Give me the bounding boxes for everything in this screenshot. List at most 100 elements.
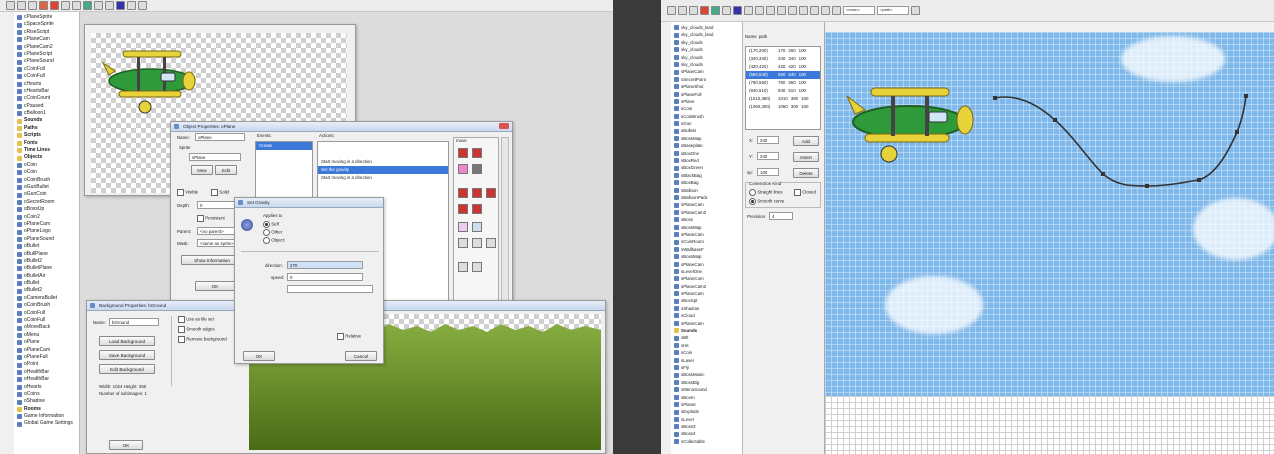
path-tab-name[interactable]: Name xyxy=(745,34,757,44)
tree-item[interactable]: oBullet xyxy=(17,243,79,250)
sprite-select[interactable]: sPlane xyxy=(189,153,241,161)
tree-item[interactable]: sFly xyxy=(674,364,742,371)
tree-item[interactable]: sBaseplate xyxy=(674,142,742,149)
tree-folder[interactable]: Fonts xyxy=(17,140,79,147)
tree-item[interactable]: oGunBullet xyxy=(17,184,79,191)
tree-item[interactable]: oMoveBack xyxy=(17,324,79,331)
event-create[interactable]: Create xyxy=(256,142,312,150)
tree-item[interactable]: cHearts xyxy=(17,81,79,88)
tree-item[interactable]: sky_clouds xyxy=(674,39,742,46)
tree-item[interactable]: sBossMap xyxy=(674,135,742,142)
tree-item[interactable]: oHealthBar xyxy=(17,369,79,376)
tree-item[interactable]: sCloud xyxy=(674,312,742,319)
tree-item[interactable]: cHeartsBar xyxy=(17,88,79,95)
undo-icon[interactable] xyxy=(755,6,764,15)
tree-item[interactable]: oPlaneLogo xyxy=(17,228,79,235)
reverse-h-icon[interactable] xyxy=(472,188,482,198)
add-sprite-icon[interactable] xyxy=(61,1,70,10)
tree-item[interactable]: sPlaneCam2 xyxy=(674,283,742,290)
tree-item[interactable]: oCoinFull xyxy=(17,317,79,324)
tree-item[interactable]: sBlackBag xyxy=(674,172,742,179)
y-field[interactable]: 340 xyxy=(757,152,779,160)
rotate-icon[interactable] xyxy=(810,6,819,15)
close-icon[interactable] xyxy=(911,6,920,15)
save-background-button[interactable]: Save Background xyxy=(99,350,155,360)
room-dropdown[interactable]: <room> xyxy=(843,6,875,15)
tree-item[interactable]: cCoinCount xyxy=(17,95,79,102)
path-end-icon[interactable] xyxy=(472,262,482,272)
tree-item[interactable]: sBossMap xyxy=(674,253,742,260)
tree-item[interactable]: sBoxBag xyxy=(674,179,742,186)
tree-item[interactable]: sBoxSpt xyxy=(674,297,742,304)
object-ok-button[interactable]: OK xyxy=(195,281,235,291)
tree-item[interactable]: Game Information xyxy=(17,413,79,420)
straight-lines-radio[interactable]: Straight lines xyxy=(749,189,783,196)
mirror-v-icon[interactable] xyxy=(799,6,808,15)
gravity-ok-button[interactable]: OK xyxy=(243,351,275,361)
path-points-list[interactable]: (170,200) 170 200 100 (340,340) 340 340 100 (420… xyxy=(745,46,821,130)
mirror-h-icon[interactable] xyxy=(788,6,797,15)
visible-checkbox[interactable]: Visible xyxy=(177,189,198,196)
close-icon[interactable] xyxy=(499,123,509,129)
tree-item[interactable]: oCoin2 xyxy=(17,214,79,221)
tree-item[interactable]: sPlanet xyxy=(674,401,742,408)
applies-object-radio[interactable]: Object: xyxy=(263,237,285,244)
add-sound-icon[interactable] xyxy=(72,1,81,10)
relative-select[interactable] xyxy=(287,285,373,293)
gravity-cancel-button[interactable]: Cancel xyxy=(345,351,377,361)
align-grid-icon[interactable] xyxy=(458,238,468,248)
add-script-icon[interactable] xyxy=(105,1,114,10)
open-icon[interactable] xyxy=(678,6,687,15)
shift-path-icon[interactable] xyxy=(777,6,786,15)
add-object-icon[interactable] xyxy=(733,6,742,15)
tree-item[interactable]: sCoinBrush xyxy=(674,113,742,120)
path-tab-path[interactable]: path xyxy=(759,34,768,44)
path-point-row[interactable]: (170,200) 170 200 100 xyxy=(746,47,820,55)
add-point-button[interactable]: Add xyxy=(793,136,819,146)
tree-item[interactable]: sBullets xyxy=(674,127,742,134)
tree-item[interactable]: sPlaneCam xyxy=(674,201,742,208)
tree-item[interactable]: sLevelOne xyxy=(674,268,742,275)
tree-item[interactable]: oBulletAir xyxy=(17,273,79,280)
background-ok-button[interactable]: OK xyxy=(109,440,143,450)
tree-item[interactable]: sBoxOne xyxy=(674,150,742,157)
tree-item[interactable]: oHealthBar xyxy=(17,376,79,383)
tree-folder[interactable]: Sounds xyxy=(17,117,79,124)
tree-item[interactable]: sMenuSound xyxy=(674,386,742,393)
tree-item[interactable]: oCoins xyxy=(17,391,79,398)
load-background-button[interactable]: Load Background xyxy=(99,336,155,346)
edit-background-button[interactable]: Edit Background xyxy=(99,364,155,374)
tree-folder[interactable]: Paths xyxy=(17,125,79,132)
applies-other-radio[interactable]: Other xyxy=(263,229,282,236)
path-point-row[interactable]: (760,560) 760 560 100 xyxy=(746,79,820,87)
tree-item[interactable]: sPlaneCam xyxy=(674,68,742,75)
path-point-row[interactable]: (420,420) 420 420 100 xyxy=(746,63,820,71)
smooth-curve-radio[interactable]: Smooth curve xyxy=(749,198,784,205)
tree-item[interactable]: sShadow xyxy=(674,305,742,312)
palette-tab-move[interactable]: move xyxy=(456,138,467,143)
tree-item[interactable]: cRiseScript xyxy=(17,29,79,36)
move-towards-icon[interactable] xyxy=(458,164,468,174)
tree-item[interactable]: oCameraBullet xyxy=(17,295,79,302)
tree-item[interactable]: sLevel xyxy=(674,416,742,423)
tree-item[interactable]: oPlaneCam xyxy=(17,221,79,228)
relative-checkbox[interactable]: Relative xyxy=(337,333,361,340)
tree-item[interactable]: oBossUp xyxy=(17,206,79,213)
move-contact-icon[interactable] xyxy=(486,238,496,248)
move-free-icon[interactable] xyxy=(472,148,482,158)
closed-checkbox[interactable]: Closed xyxy=(794,189,816,196)
name-field[interactable]: oPlane xyxy=(195,133,245,141)
tree-item[interactable]: sBoss4 xyxy=(674,430,742,437)
tree-item[interactable]: sky_clouds xyxy=(674,46,742,53)
speed-horizontal-icon[interactable] xyxy=(472,164,482,174)
tree-item[interactable]: sSecretPoint xyxy=(674,76,742,83)
sprite-new-button[interactable]: New xyxy=(191,165,213,175)
tree-folder[interactable]: Scripts xyxy=(17,132,79,139)
reverse-v-icon[interactable] xyxy=(486,188,496,198)
tree-item[interactable]: sBossMusic xyxy=(674,371,742,378)
tree-item[interactable]: cBalloon1 xyxy=(17,110,79,117)
tree-item[interactable]: sGun xyxy=(674,120,742,127)
path-dropdown[interactable]: <path> xyxy=(877,6,909,15)
jump-start-icon[interactable] xyxy=(458,222,468,232)
save-icon[interactable] xyxy=(689,6,698,15)
